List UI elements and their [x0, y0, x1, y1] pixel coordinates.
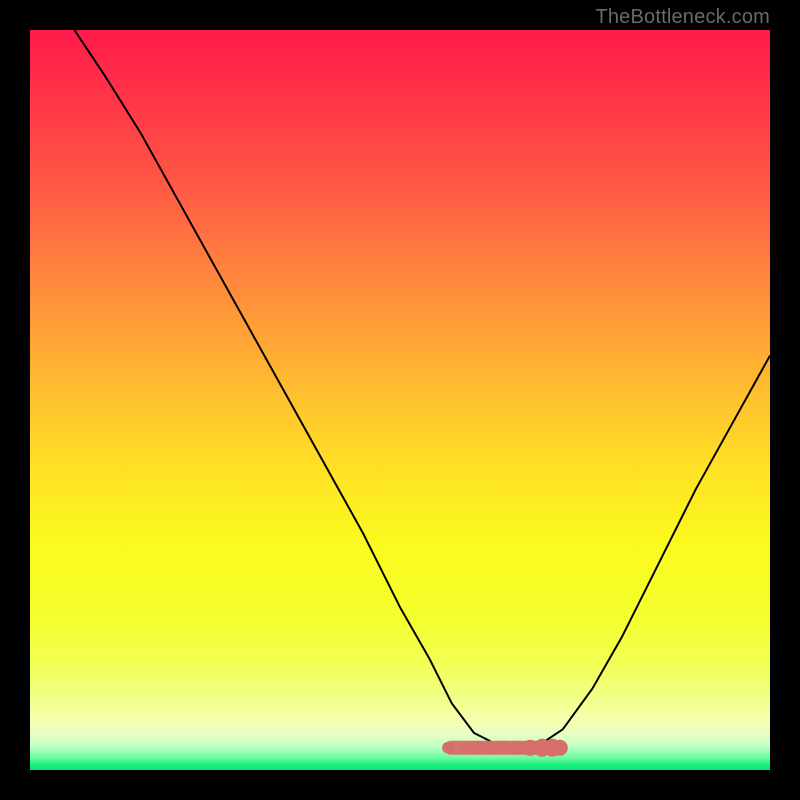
- plot-area: [30, 30, 770, 770]
- bottleneck-curve-layer: [30, 30, 770, 770]
- bottleneck-curve: [74, 30, 770, 748]
- chart-container: TheBottleneck.com: [0, 0, 800, 800]
- watermark-text: TheBottleneck.com: [595, 6, 770, 29]
- optimal-marker-band: [442, 739, 568, 757]
